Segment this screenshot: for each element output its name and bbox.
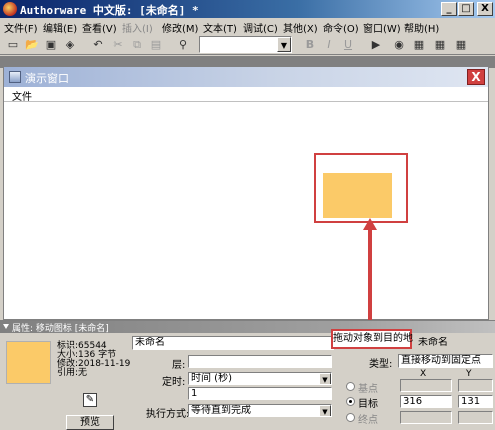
layer-label: 层:: [172, 360, 186, 371]
timing-select-value: 时间 (秒): [191, 373, 232, 384]
title-bar: Authorware 中文版: [未命名] * _ □ X: [0, 0, 495, 18]
radio-target-label: 目标: [358, 399, 378, 410]
radio-target[interactable]: [346, 397, 355, 406]
chevron-down-icon[interactable]: ▼: [319, 405, 331, 416]
exec-label: 执行方式:: [146, 409, 190, 420]
toolbar: ▭ 📂 ▣ ◈ ↶ ✂ ⧉ ▤ ⚲ ▼ B I U ▶ ◉ ▦ ▦ ▦: [0, 35, 495, 55]
open-icon[interactable]: 📂: [25, 38, 39, 52]
underline-button[interactable]: U: [341, 38, 355, 52]
column-x-label: X: [420, 369, 427, 379]
annotation-arrow-line: [368, 228, 372, 329]
knowledge-objects-icon[interactable]: ▦: [454, 38, 468, 52]
presentation-close-button[interactable]: X: [467, 69, 485, 85]
properties-panel: 属性: 移动图标 [未命名] 标识:65544 大小:136 字节 修改:201…: [0, 320, 495, 430]
end-x-field[interactable]: [400, 411, 452, 424]
base-x-field[interactable]: [400, 379, 452, 392]
timing-select[interactable]: 时间 (秒) ▼: [188, 372, 332, 385]
presentation-window-title: 演示窗口: [25, 72, 69, 85]
menu-bar: 文件(F) 编辑(E) 查看(V) 插入(I) 修改(M) 文本(T) 调试(C…: [0, 18, 495, 35]
maximize-button[interactable]: □: [458, 2, 474, 16]
preview-icon[interactable]: ✎: [83, 393, 97, 407]
menu-window[interactable]: 窗口(W): [363, 20, 401, 35]
menu-text[interactable]: 文本(T): [203, 20, 237, 35]
italic-button[interactable]: I: [322, 38, 336, 52]
window-title: Authorware 中文版: [未命名] *: [20, 4, 199, 17]
close-button[interactable]: X: [477, 2, 493, 16]
functions-icon[interactable]: ▦: [412, 38, 426, 52]
menu-file[interactable]: 文件(F): [4, 20, 38, 35]
menu-insert[interactable]: 插入(I): [122, 20, 153, 35]
presentation-menu-file[interactable]: 文件: [12, 88, 32, 103]
exec-select[interactable]: 等待直到完成 ▼: [188, 404, 332, 417]
minimize-button[interactable]: _: [441, 2, 457, 16]
presentation-window: 演示窗口 X 文件: [3, 66, 489, 320]
layer-field[interactable]: [188, 355, 332, 368]
base-y-field[interactable]: [458, 379, 493, 392]
radio-base-label: 基点: [358, 384, 378, 395]
properties-title: 属性: 移动图标 [未命名]: [12, 324, 109, 334]
properties-title-bar[interactable]: 属性: 移动图标 [未命名]: [0, 321, 495, 334]
exec-select-value: 等待直到完成: [191, 405, 251, 416]
run-icon[interactable]: ▶: [369, 38, 383, 52]
timing-label: 定时:: [162, 377, 186, 388]
target-x-field[interactable]: 316: [400, 395, 452, 408]
chevron-down-icon[interactable]: ▼: [277, 37, 291, 52]
cut-icon[interactable]: ✂: [111, 38, 125, 52]
radio-end[interactable]: [346, 413, 355, 422]
copy-icon[interactable]: ⧉: [130, 38, 144, 52]
target-y-field[interactable]: 131: [458, 395, 493, 408]
menu-help[interactable]: 帮助(H): [404, 20, 439, 35]
window-icon: [9, 71, 21, 83]
radio-end-label: 终点: [358, 415, 378, 426]
info-refs: 引用:无: [57, 368, 88, 378]
menu-debug[interactable]: 调试(C): [243, 20, 278, 35]
paste-icon[interactable]: ▤: [149, 38, 163, 52]
preview-button[interactable]: 预览: [66, 415, 114, 430]
arrow-up-icon: [363, 218, 377, 230]
type-select[interactable]: 直接移动到固定点: [398, 354, 493, 368]
menu-other[interactable]: 其他(X): [283, 20, 318, 35]
bold-button[interactable]: B: [303, 38, 317, 52]
icon-thumbnail: [6, 341, 51, 384]
menu-edit[interactable]: 编辑(E): [43, 20, 77, 35]
type-label: 类型:: [369, 359, 393, 370]
variables-icon[interactable]: ▦: [433, 38, 447, 52]
control-panel-icon[interactable]: ◉: [392, 38, 406, 52]
save-all-icon[interactable]: ▣: [44, 38, 58, 52]
find-icon[interactable]: ⚲: [176, 38, 190, 52]
presentation-menu-bar: 文件: [4, 87, 488, 103]
column-y-label: Y: [466, 369, 472, 379]
icon-name-field[interactable]: 未命名: [132, 336, 334, 350]
menu-modify[interactable]: 修改(M): [162, 20, 198, 35]
app-logo-icon: [3, 2, 17, 16]
menu-view[interactable]: 查看(V): [82, 20, 117, 35]
font-select[interactable]: ▼: [199, 36, 292, 53]
radio-base[interactable]: [346, 382, 355, 391]
timing-amount-field[interactable]: 1: [188, 387, 332, 400]
movable-rectangle[interactable]: [323, 173, 392, 218]
collapse-icon[interactable]: [3, 324, 9, 329]
import-icon[interactable]: ◈: [63, 38, 77, 52]
undo-icon[interactable]: ↶: [91, 38, 105, 52]
end-y-field[interactable]: [458, 411, 493, 424]
annotation-callout: 拖动对象到目的地: [331, 329, 413, 349]
right-name-display: 未命名: [415, 336, 493, 350]
presentation-window-title-bar: 演示窗口 X: [4, 67, 488, 87]
menu-command[interactable]: 命令(O): [323, 20, 359, 35]
chevron-down-icon[interactable]: ▼: [319, 373, 331, 384]
new-file-icon[interactable]: ▭: [6, 38, 20, 52]
